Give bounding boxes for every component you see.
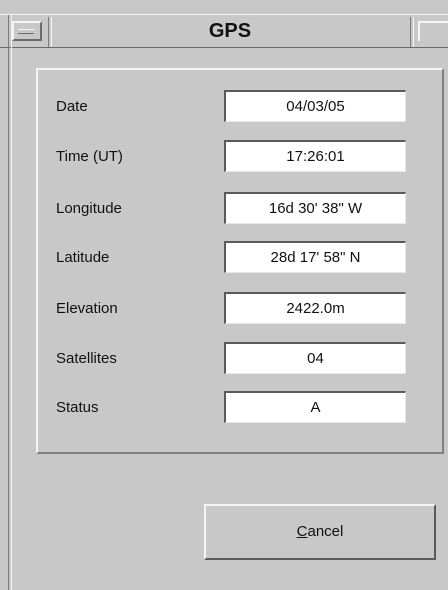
title-bar[interactable]: GPS bbox=[0, 14, 448, 49]
window-menu-icon bbox=[18, 29, 34, 34]
longitude-label: Longitude bbox=[56, 200, 122, 217]
window-menu-button[interactable] bbox=[12, 21, 42, 41]
gps-window: GPS Date 04/03/05 Time (UT) 17:26:01 Lon… bbox=[0, 0, 448, 590]
cancel-button[interactable]: Cancel bbox=[204, 504, 436, 560]
time-field[interactable]: 17:26:01 bbox=[224, 140, 406, 172]
status-label: Status bbox=[56, 399, 99, 416]
elevation-label: Elevation bbox=[56, 300, 118, 317]
date-field[interactable]: 04/03/05 bbox=[224, 90, 406, 122]
longitude-field[interactable]: 16d 30' 38" W bbox=[224, 192, 406, 224]
time-label: Time (UT) bbox=[56, 148, 123, 165]
satellites-label: Satellites bbox=[56, 350, 117, 367]
latitude-row: Latitude 28d 17' 58" N bbox=[0, 241, 448, 275]
latitude-field[interactable]: 28d 17' 58" N bbox=[224, 241, 406, 273]
maximize-button[interactable] bbox=[418, 21, 448, 41]
window-title: GPS bbox=[208, 20, 252, 42]
satellites-row: Satellites 04 bbox=[0, 342, 448, 376]
date-row: Date 04/03/05 bbox=[0, 90, 448, 124]
elevation-row: Elevation 2422.0m bbox=[0, 292, 448, 326]
elevation-field[interactable]: 2422.0m bbox=[224, 292, 406, 324]
latitude-label: Latitude bbox=[56, 249, 110, 266]
status-field[interactable]: A bbox=[224, 391, 406, 423]
date-label: Date bbox=[56, 98, 88, 115]
title-separator bbox=[410, 17, 414, 47]
longitude-row: Longitude 16d 30' 38" W bbox=[0, 192, 448, 226]
status-row: Status A bbox=[0, 391, 448, 425]
time-row: Time (UT) 17:26:01 bbox=[0, 140, 448, 174]
cancel-label: ancel bbox=[307, 523, 344, 540]
satellites-field[interactable]: 04 bbox=[224, 342, 406, 374]
cancel-mnemonic: C bbox=[296, 523, 308, 540]
